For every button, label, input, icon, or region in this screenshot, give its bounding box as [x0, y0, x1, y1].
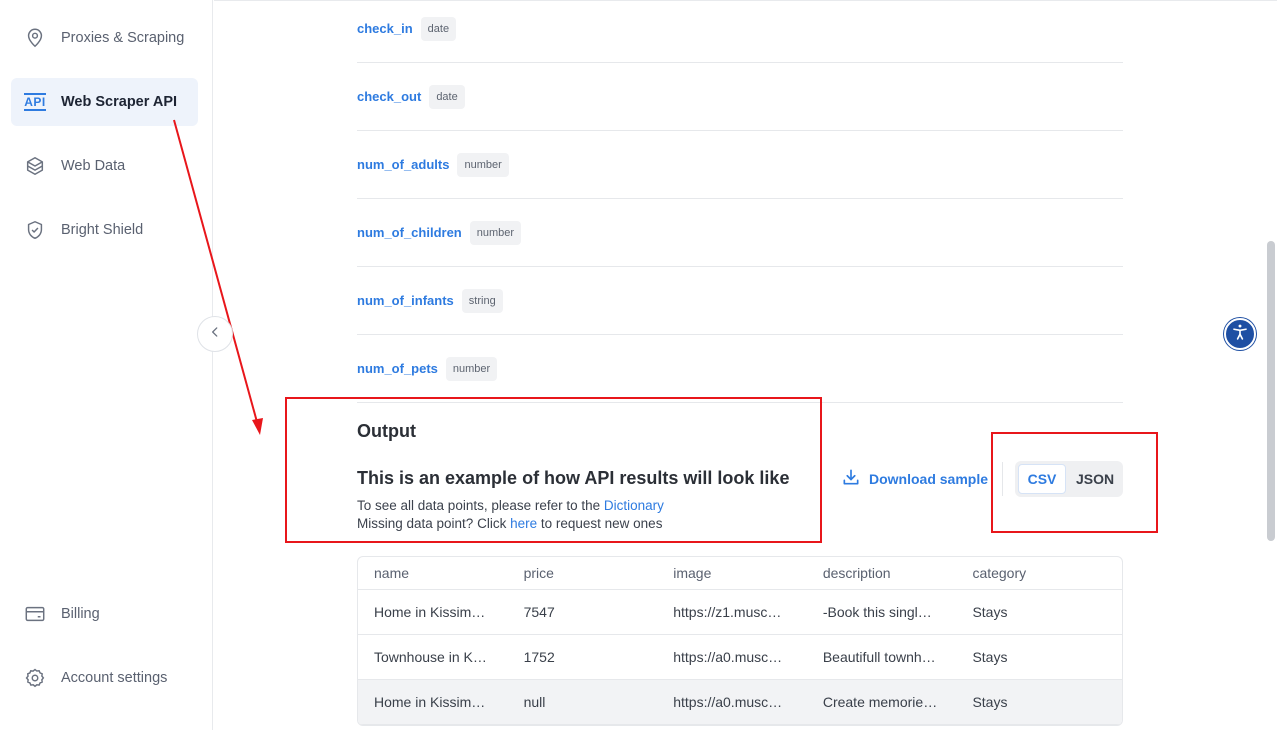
column-header: price: [523, 565, 554, 581]
sidebar-item-account-settings[interactable]: Account settings: [11, 654, 198, 702]
sidebar: Proxies & Scraping API Web Scraper API W…: [0, 0, 213, 730]
gear-icon: [23, 666, 47, 690]
download-sample-button[interactable]: Download sample: [841, 466, 988, 492]
table-row[interactable]: Home in Kissim… null https://a0.musc… Cr…: [358, 680, 1122, 725]
column-header: description: [822, 565, 891, 581]
param-name[interactable]: num_of_children: [357, 225, 462, 240]
column-header: name: [374, 565, 410, 581]
annotation-box-format-toggle: [991, 432, 1158, 533]
table-cell: Townhouse in K…: [374, 649, 487, 665]
table-row[interactable]: Townhouse in K… 1752 https://a0.musc… Be…: [358, 635, 1122, 680]
table-cell: Stays: [972, 649, 1008, 665]
param-type-badge: number: [445, 356, 498, 381]
app-window: Proxies & Scraping API Web Scraper API W…: [0, 0, 1277, 730]
sidebar-item-label: Web Data: [61, 158, 126, 174]
param-name[interactable]: num_of_infants: [357, 293, 454, 308]
accessibility-icon: [1229, 321, 1251, 348]
sample-results-table: name price image description category Ho…: [357, 556, 1123, 726]
table-header-row: name price image description category: [358, 557, 1122, 590]
credit-card-icon: [23, 602, 47, 626]
param-type-badge: number: [469, 220, 522, 245]
accessibility-button[interactable]: [1224, 318, 1256, 350]
table-cell: Stays: [972, 694, 1008, 710]
shield-check-icon: [23, 218, 47, 242]
param-type-badge: number: [457, 152, 509, 177]
annotation-box-output: [285, 397, 822, 543]
table-cell: Stays: [972, 604, 1008, 620]
table-cell: null: [523, 694, 546, 710]
location-pin-icon: [23, 26, 47, 50]
sidebar-item-billing[interactable]: Billing: [11, 590, 198, 638]
column-header: image: [673, 565, 712, 581]
table-cell: 7547: [523, 604, 555, 620]
layers-icon: [23, 154, 47, 178]
table-cell: Beautifull townh…: [822, 649, 936, 665]
table-cell: -Book this singl…: [822, 604, 932, 620]
param-row: check_in date: [357, 0, 1123, 63]
sidebar-item-web-scraper-api[interactable]: API Web Scraper API: [11, 78, 198, 126]
table-cell: 1752: [523, 649, 555, 665]
table-cell: Home in Kissim…: [374, 604, 486, 620]
table-cell: Create memorie…: [822, 694, 938, 710]
param-type-badge: date: [429, 84, 465, 109]
param-type-badge: date: [420, 16, 457, 41]
sidebar-item-web-data[interactable]: Web Data: [11, 142, 198, 190]
sidebar-item-label: Web Scraper API: [61, 94, 178, 110]
param-row: num_of_children number: [357, 199, 1123, 267]
sidebar-item-proxies-scraping[interactable]: Proxies & Scraping: [11, 14, 198, 62]
main-content: check_in date check_out date num_of_adul…: [214, 0, 1277, 730]
api-icon: API: [24, 93, 46, 111]
download-label: Download sample: [869, 471, 989, 487]
param-row: num_of_pets number: [357, 335, 1123, 403]
sidebar-item-label: Account settings: [61, 670, 168, 686]
param-row: num_of_adults number: [357, 131, 1123, 199]
table-row[interactable]: Home in Kissim… 7547 https://z1.musc… -B…: [358, 590, 1122, 635]
sidebar-item-bright-shield[interactable]: Bright Shield: [11, 206, 198, 254]
sidebar-item-label: Billing: [61, 606, 100, 622]
param-name[interactable]: check_in: [357, 21, 413, 36]
param-name[interactable]: check_out: [357, 89, 421, 104]
chevron-left-icon: [208, 325, 222, 344]
param-row: num_of_infants string: [357, 267, 1123, 335]
table-cell: https://a0.musc…: [673, 649, 783, 665]
param-row: check_out date: [357, 63, 1123, 131]
table-cell: https://z1.musc…: [673, 604, 782, 620]
sidebar-item-label: Proxies & Scraping: [61, 30, 185, 46]
table-cell: Home in Kissim…: [374, 694, 486, 710]
sidebar-collapse-button[interactable]: [197, 316, 233, 352]
param-type-badge: string: [461, 288, 503, 313]
table-cell: https://a0.musc…: [673, 694, 783, 710]
param-name[interactable]: num_of_pets: [357, 361, 438, 376]
column-header: category: [972, 565, 1027, 581]
sidebar-item-label: Bright Shield: [61, 222, 144, 238]
scrollbar-thumb[interactable]: [1267, 241, 1275, 541]
download-icon: [841, 467, 861, 492]
param-name[interactable]: num_of_adults: [357, 157, 449, 172]
